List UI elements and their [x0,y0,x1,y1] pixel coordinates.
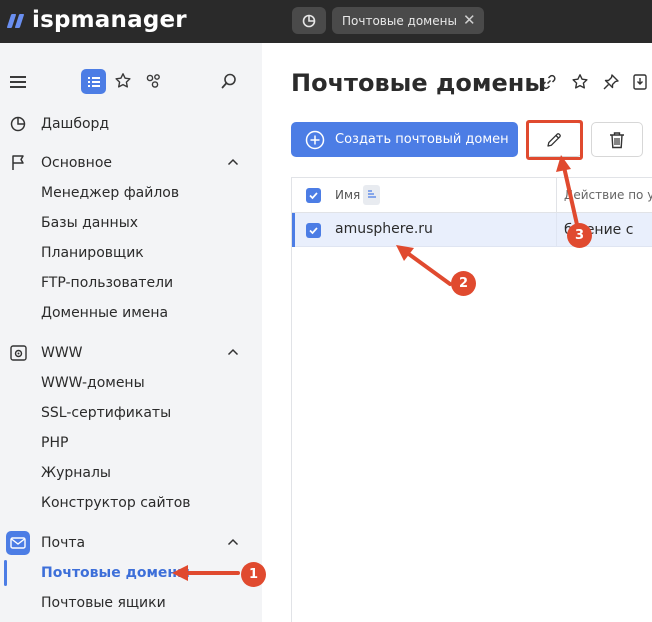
page-title: Почтовые домены [291,69,547,97]
sidebar-section-www[interactable]: WWW [0,340,262,366]
column-header-name[interactable]: Имя [335,188,360,202]
mail-icon [6,531,30,555]
plugins-icon[interactable] [145,72,163,94]
sort-icon[interactable] [363,185,380,205]
plus-circle-icon [305,130,325,149]
mail-domains-table: Имя Действие по ум amusphere.ru бщение с [291,177,652,622]
pin-icon[interactable] [602,73,620,91]
logo[interactable]: ispmanager [6,6,187,34]
column-divider[interactable] [556,178,557,213]
title-actions [540,73,647,91]
sidebar-section-mail[interactable]: Почта [0,530,262,556]
star-icon[interactable] [571,73,589,91]
sidebar-item-www-domains[interactable]: WWW-домены [41,373,145,393]
list-view-icon[interactable] [81,69,106,94]
active-indicator [4,560,7,586]
sidebar-item-scheduler[interactable]: Планировщик [41,243,144,263]
top-bar: ispmanager Почтовые домены ✕ [0,0,652,43]
sidebar: Дашборд Основное Менеджер файлов Базы да… [0,43,262,622]
tab-label: Почтовые домены [342,13,457,28]
sidebar-item-mail-domains[interactable]: Почтовые домены [41,563,190,583]
table-row[interactable]: amusphere.ru бщение с [292,213,652,247]
close-icon[interactable]: ✕ [463,13,476,28]
menu-icon[interactable] [10,76,26,88]
sidebar-section-dashboard[interactable]: Дашборд [0,111,262,137]
star-icon[interactable] [114,72,132,94]
cell-domain-name: amusphere.ru [335,221,433,237]
tab-dashboard[interactable] [292,7,326,34]
table-header: Имя Действие по ум [292,178,652,213]
flag-icon [12,155,24,170]
pie-chart-icon [10,116,26,132]
annotation-badge-1: 1 [241,562,266,587]
annotation-badge-2: 2 [451,271,476,296]
trash-icon [610,131,624,148]
create-mail-domain-button[interactable]: Создать почтовый домен [291,122,518,157]
chevron-up-icon[interactable] [227,348,239,356]
sidebar-section-label: Почта [41,535,86,551]
link-icon[interactable] [540,73,558,91]
sidebar-item-file-manager[interactable]: Менеджер файлов [41,183,179,203]
edit-button-highlight [526,120,583,160]
chevron-up-icon[interactable] [227,538,239,546]
delete-button[interactable] [591,122,643,157]
tab-mail-domains[interactable]: Почтовые домены ✕ [332,7,484,34]
row-checkbox[interactable] [306,223,321,238]
select-all-checkbox[interactable] [306,188,321,203]
sidebar-item-ftp-users[interactable]: FTP-пользователи [41,273,173,293]
logo-text: ispmanager [32,7,187,33]
sidebar-item-php[interactable]: PHP [41,433,68,453]
pie-chart-icon [302,14,316,27]
column-header-default-action[interactable]: Действие по ум [564,188,652,202]
annotation-badge-3: 3 [567,223,592,248]
chevron-up-icon[interactable] [227,158,239,166]
sidebar-section-label: Основное [41,155,113,171]
www-settings-icon [10,345,27,361]
sidebar-item-logs[interactable]: Журналы [41,463,111,483]
create-button-label: Создать почтовый домен [335,132,509,147]
column-divider [556,213,557,247]
sidebar-section-label: Дашборд [41,116,110,132]
sidebar-section-label: WWW [41,345,83,361]
sidebar-section-main[interactable]: Основное [0,150,262,176]
main-content: Почтовые домены Создать почтовый домен И… [262,43,652,622]
sidebar-item-site-builder[interactable]: Конструктор сайтов [41,493,191,513]
sidebar-item-domain-names[interactable]: Доменные имена [41,303,168,323]
sidebar-toolbar [0,69,262,97]
search-icon[interactable] [220,72,238,94]
logo-mark-icon [6,12,28,28]
sidebar-item-ssl[interactable]: SSL-сертификаты [41,403,171,423]
row-selected-indicator [292,213,295,247]
sidebar-item-databases[interactable]: Базы данных [41,213,138,233]
export-icon[interactable] [633,73,647,91]
sidebar-item-mailboxes[interactable]: Почтовые ящики [41,593,166,613]
